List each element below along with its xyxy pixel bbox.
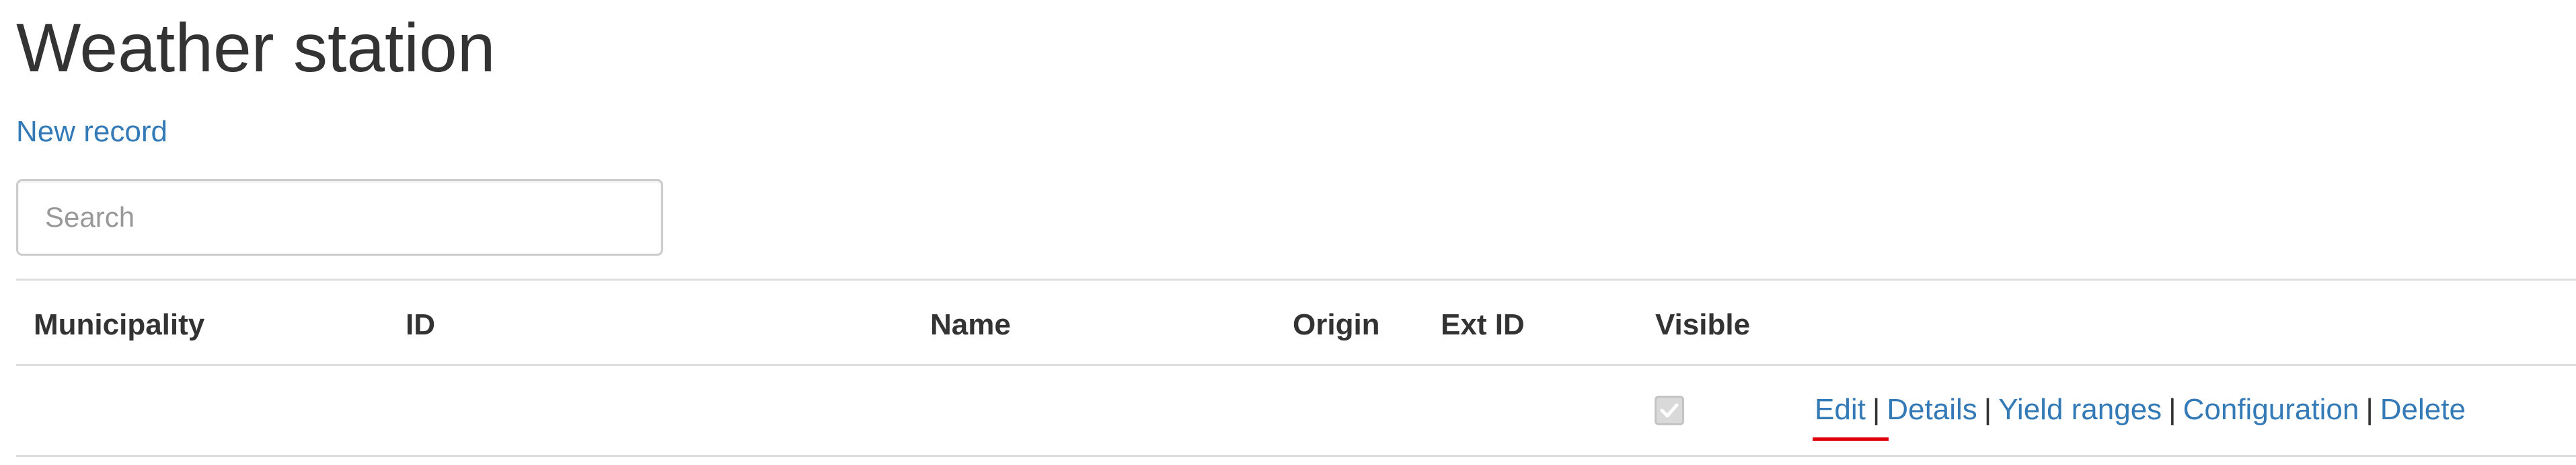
yield-ranges-link[interactable]: Yield ranges — [1998, 393, 2162, 426]
column-header-id: ID — [406, 308, 435, 341]
configuration-link[interactable]: Configuration — [2183, 393, 2359, 426]
table-header-border — [16, 364, 2576, 366]
search-input[interactable] — [16, 179, 663, 256]
action-separator: | — [2365, 393, 2374, 426]
action-separator: | — [2168, 393, 2176, 426]
page-title: Weather station — [16, 9, 496, 86]
table-row-border — [16, 455, 2576, 457]
action-separator: | — [1872, 393, 1881, 426]
row-actions: Edit | Details | Yield ranges | Configuration |… — [1815, 391, 2466, 429]
column-header-municipality: Municipality — [34, 308, 205, 341]
weather-station-page: Weather station New record Municipality … — [0, 0, 2576, 465]
edit-link[interactable]: Edit — [1815, 393, 1866, 426]
action-separator: | — [1983, 393, 1992, 426]
checkmark-icon — [1660, 403, 1679, 418]
delete-link[interactable]: Delete — [2380, 393, 2466, 426]
visible-checkbox — [1655, 396, 1684, 425]
column-header-origin: Origin — [1293, 308, 1380, 341]
column-header-visible: Visible — [1655, 308, 1751, 341]
new-record-link[interactable]: New record — [16, 113, 167, 151]
column-header-name: Name — [930, 308, 1011, 341]
column-header-ext-id: Ext ID — [1441, 308, 1525, 341]
table-top-border — [16, 279, 2576, 281]
details-link[interactable]: Details — [1887, 393, 1977, 426]
edit-link-focus-underline — [1813, 437, 1889, 441]
